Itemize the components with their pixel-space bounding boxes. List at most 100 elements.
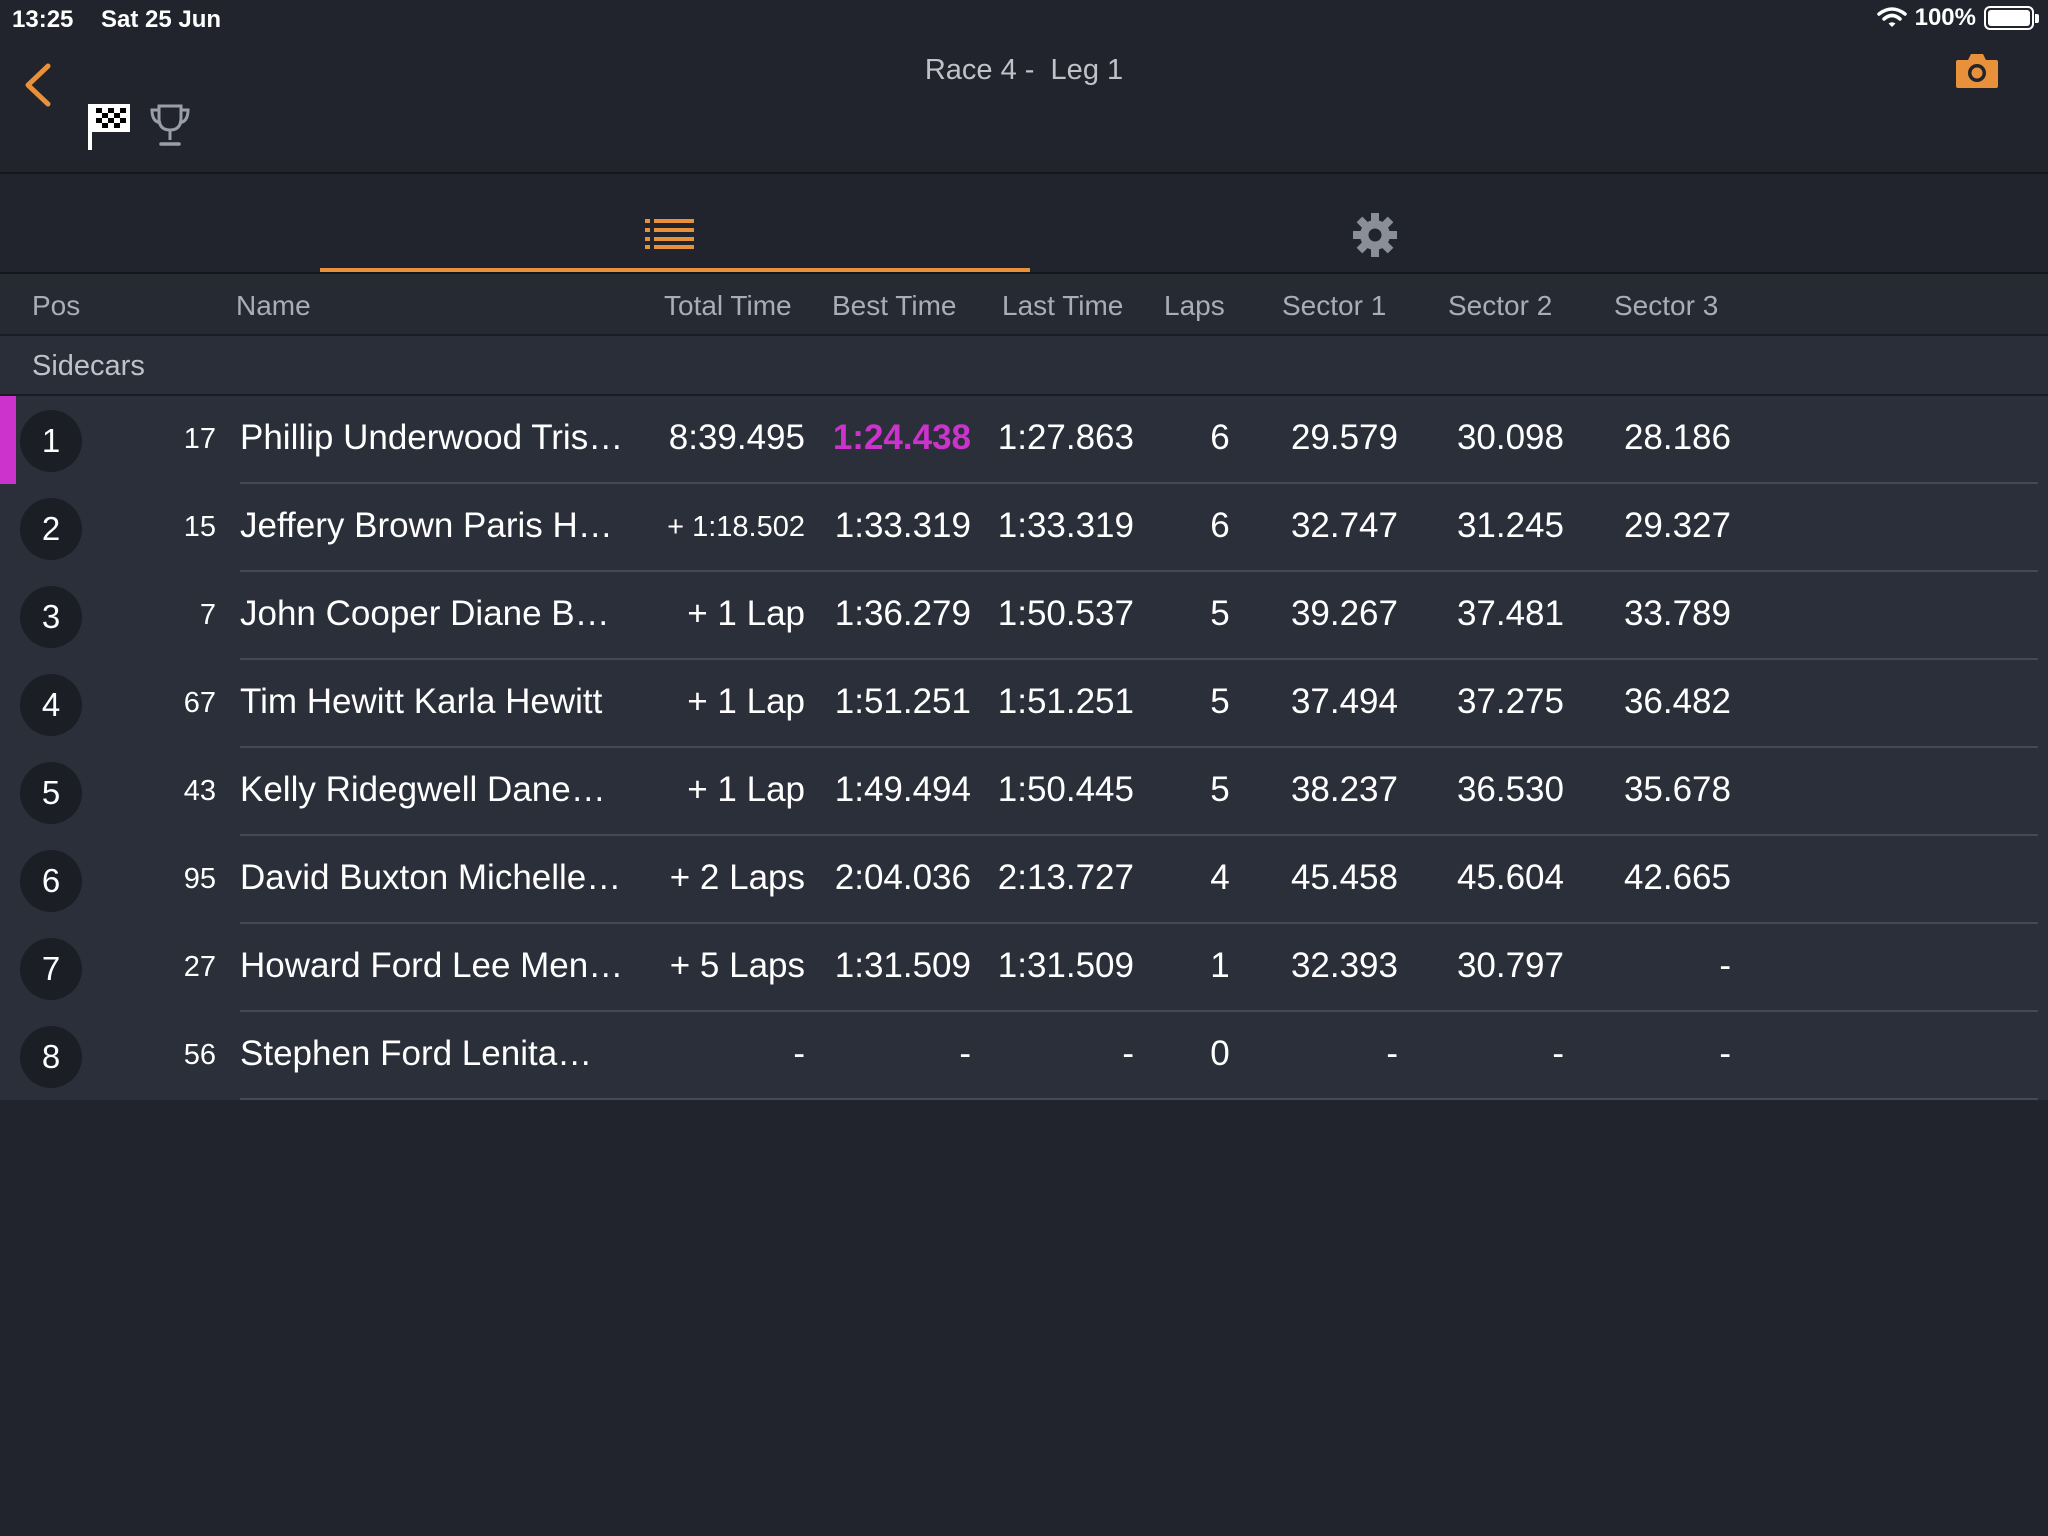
camera-icon[interactable] <box>1954 50 2000 90</box>
sector-1: 32.747 <box>1290 506 1398 545</box>
sector-1: 29.579 <box>1290 418 1398 457</box>
table-row[interactable]: 2 15 Jeffery Brown Paris H… + 1:18.502 1:33.… <box>0 484 2048 572</box>
total-time: - <box>793 1034 805 1073</box>
sector-3: - <box>1719 946 1731 985</box>
laps: 5 <box>1210 770 1230 809</box>
table-row[interactable]: 6 95 David Buxton Michelle… + 2 Laps 2:04.03… <box>0 836 2048 924</box>
best-time: 1:24.438 <box>832 418 971 457</box>
col-sector-2[interactable]: Sector 2 <box>1448 290 1552 322</box>
sector-3: 42.665 <box>1623 858 1731 897</box>
best-time: 1:51.251 <box>834 682 971 721</box>
table-row[interactable]: 1 17 Phillip Underwood Tris… 8:39.495 1:24.4… <box>0 396 2048 484</box>
checkered-flag-icon[interactable] <box>86 100 134 152</box>
sector-3: 33.789 <box>1623 594 1731 633</box>
position-badge: 2 <box>20 498 82 560</box>
laps: 6 <box>1210 506 1230 545</box>
table-row[interactable]: 7 27 Howard Ford Lee Men… + 5 Laps 1:31.509 1… <box>0 924 2048 1012</box>
position-badge: 4 <box>20 674 82 736</box>
laps: 5 <box>1210 594 1230 633</box>
tab-settings[interactable] <box>1020 174 1730 272</box>
race-number: 7 <box>199 599 216 631</box>
page-title: Race 4 - Leg 1 <box>924 54 1124 86</box>
race-number: 15 <box>183 511 216 543</box>
sector-1: - <box>1386 1034 1398 1073</box>
driver-name: Tim Hewitt Karla Hewitt <box>240 682 603 721</box>
status-date: Sat 25 Jun <box>101 6 222 33</box>
last-time: 2:13.727 <box>997 858 1134 897</box>
last-time: 1:31.509 <box>997 946 1134 985</box>
last-time: 1:27.863 <box>997 418 1134 457</box>
battery-percent: 100% <box>1914 4 1976 31</box>
group-label: Sidecars <box>32 350 145 382</box>
best-time: 1:33.319 <box>834 506 971 545</box>
column-header: Pos Name Total Time Best Time Last Time … <box>0 274 2048 336</box>
driver-name: Phillip Underwood Tris… <box>240 418 624 457</box>
sector-2: 36.530 <box>1456 770 1564 809</box>
wifi-icon <box>1876 7 1907 27</box>
total-time: + 1 Lap <box>687 770 805 809</box>
race-number: 56 <box>183 1039 216 1071</box>
col-sector-3[interactable]: Sector 3 <box>1614 290 1718 322</box>
driver-name: Kelly Ridegwell Dane… <box>240 770 606 809</box>
best-time: 2:04.036 <box>834 858 971 897</box>
best-time: 1:36.279 <box>834 594 971 633</box>
list-icon <box>645 219 694 249</box>
position-badge: 7 <box>20 938 82 1000</box>
col-best-time[interactable]: Best Time <box>832 290 956 322</box>
last-time: 1:51.251 <box>997 682 1134 721</box>
laps: 6 <box>1210 418 1230 457</box>
battery-icon <box>1984 6 2039 30</box>
sector-1: 38.237 <box>1290 770 1398 809</box>
col-laps[interactable]: Laps <box>1164 290 1225 322</box>
sector-3: 36.482 <box>1623 682 1731 721</box>
race-number: 43 <box>183 775 216 807</box>
laps: 5 <box>1210 682 1230 721</box>
col-last-time[interactable]: Last Time <box>1002 290 1123 322</box>
last-time: 1:50.445 <box>997 770 1134 809</box>
total-time: + 1 Lap <box>687 594 805 633</box>
leader-marker <box>0 396 16 484</box>
sector-2: 37.275 <box>1456 682 1564 721</box>
status-bar: 13:25 Sat 25 Jun 100% <box>0 0 2048 40</box>
driver-name: John Cooper Diane B… <box>240 594 610 633</box>
driver-name: Howard Ford Lee Men… <box>240 946 624 985</box>
sector-1: 45.458 <box>1290 858 1398 897</box>
table-row[interactable]: 8 56 Stephen Ford Lenita… - - - 0 - - - <box>0 1012 2048 1100</box>
gear-icon <box>1353 213 1397 257</box>
race-number: 67 <box>183 687 216 719</box>
driver-name: Jeffery Brown Paris H… <box>240 506 613 545</box>
results-table: 1 17 Phillip Underwood Tris… 8:39.495 1:24.4… <box>0 396 2048 1100</box>
nav-bar: Race 4 - Leg 1 <box>0 40 2048 174</box>
col-sector-1[interactable]: Sector 1 <box>1282 290 1386 322</box>
row-divider <box>240 1098 2038 1100</box>
sector-2: - <box>1552 1034 1564 1073</box>
col-total-time[interactable]: Total Time <box>664 290 792 322</box>
total-time: + 1 Lap <box>687 682 805 721</box>
table-row[interactable]: 3 7 John Cooper Diane B… + 1 Lap 1:36.279 1:5… <box>0 572 2048 660</box>
position-badge: 5 <box>20 762 82 824</box>
sector-1: 39.267 <box>1290 594 1398 633</box>
position-badge: 1 <box>20 410 82 472</box>
tab-bar <box>0 174 2048 274</box>
driver-name: Stephen Ford Lenita… <box>240 1034 593 1073</box>
best-time: - <box>959 1034 971 1073</box>
best-time: 1:49.494 <box>834 770 971 809</box>
tab-standings[interactable] <box>320 172 1030 272</box>
position-badge: 3 <box>20 586 82 648</box>
driver-name: David Buxton Michelle… <box>240 858 622 897</box>
trophy-icon[interactable] <box>148 102 192 148</box>
col-name[interactable]: Name <box>236 290 311 322</box>
best-time: 1:31.509 <box>834 946 971 985</box>
position-badge: 6 <box>20 850 82 912</box>
last-time: - <box>1122 1034 1134 1073</box>
sector-3: 28.186 <box>1623 418 1731 457</box>
table-row[interactable]: 4 67 Tim Hewitt Karla Hewitt + 1 Lap 1:51.25… <box>0 660 2048 748</box>
total-time: + 5 Laps <box>669 946 805 985</box>
race-number: 95 <box>183 863 216 895</box>
last-time: 1:50.537 <box>997 594 1134 633</box>
status-right: 100% <box>1876 4 2039 32</box>
total-time: + 1:18.502 <box>667 511 805 543</box>
col-pos[interactable]: Pos <box>32 290 80 322</box>
table-row[interactable]: 5 43 Kelly Ridegwell Dane… + 1 Lap 1:49.494 1… <box>0 748 2048 836</box>
sector-3: - <box>1719 1034 1731 1073</box>
